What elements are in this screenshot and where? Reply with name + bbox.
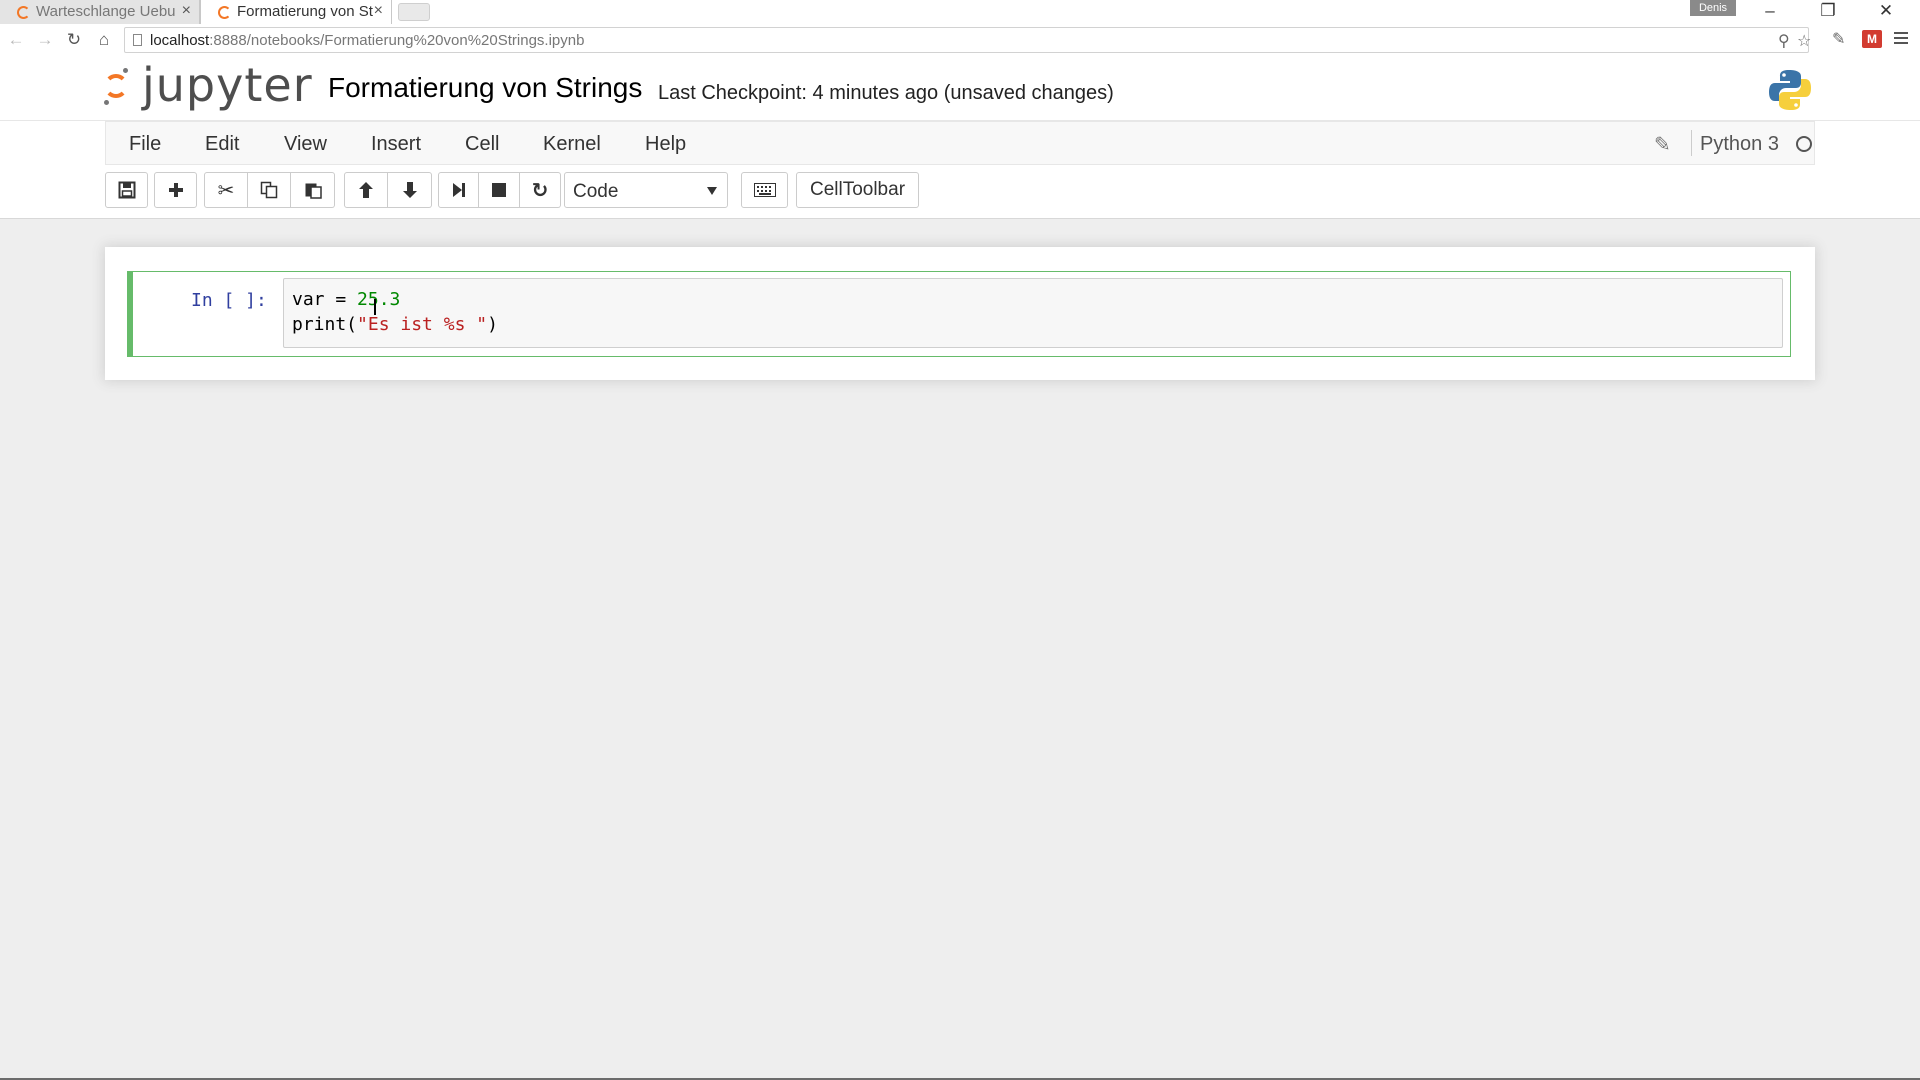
- python-logo-icon: [1769, 70, 1811, 110]
- jupyter-logo[interactable]: jupyter: [104, 58, 312, 112]
- save-button[interactable]: [105, 172, 148, 208]
- code-op: =: [324, 289, 358, 310]
- new-tab-button[interactable]: [398, 3, 430, 21]
- menu-kernel[interactable]: Kernel: [543, 133, 601, 156]
- input-prompt: In [ ]:: [191, 290, 267, 311]
- celltoolbar-label: CellToolbar: [809, 179, 906, 200]
- code-number: 25.3: [357, 289, 401, 310]
- checkpoint-status: Last Checkpoint: 4 minutes ago (unsaved …: [658, 82, 1114, 104]
- menu-edit[interactable]: Edit: [205, 133, 239, 156]
- bookmark-star-icon[interactable]: ☆: [1797, 31, 1811, 51]
- dropdown-arrow-icon: [707, 187, 717, 195]
- profile-badge[interactable]: Denis: [1690, 0, 1736, 16]
- code-var: var: [292, 289, 325, 310]
- close-tab-icon[interactable]: ×: [374, 0, 383, 22]
- close-tab-icon[interactable]: ×: [182, 0, 191, 22]
- plus-icon: [168, 183, 183, 197]
- arrow-down-icon: [402, 182, 417, 198]
- menu-view[interactable]: View: [284, 133, 327, 156]
- stop-icon: [492, 183, 506, 197]
- code-close-paren: ): [487, 314, 498, 335]
- menu-file[interactable]: File: [129, 133, 161, 156]
- interrupt-kernel-button[interactable]: [479, 172, 520, 208]
- browser-addressbar: ← → ↻ ⌂ localhost:8888/notebooks/Formati…: [0, 24, 1920, 59]
- browser-menu-icon[interactable]: [1894, 32, 1908, 47]
- floppy-disk-icon: [118, 181, 135, 199]
- code-editor[interactable]: var = 25.3 print("Es ist %s "): [283, 278, 1783, 348]
- jupyter-logo-dot: [123, 68, 128, 73]
- back-arrow-icon[interactable]: ←: [4, 28, 28, 52]
- jupyter-header: jupyter Formatierung von Strings Last Ch…: [0, 58, 1920, 120]
- loading-spinner-icon: [218, 6, 231, 19]
- gmail-extension-icon[interactable]: M: [1862, 30, 1882, 48]
- jupyter-logo-text: jupyter: [142, 58, 313, 112]
- menu-help[interactable]: Help: [645, 133, 686, 156]
- code-function: print(: [292, 314, 358, 335]
- command-palette-button[interactable]: [741, 172, 788, 208]
- url-path: :8888/notebooks/Formatierung%20von%20Str…: [209, 32, 585, 49]
- home-icon[interactable]: ⌂: [92, 28, 116, 52]
- loading-spinner-icon: [17, 6, 30, 19]
- notebook-title[interactable]: Formatierung von Strings: [328, 72, 642, 104]
- tab-title: Warteschlange Uebu: [36, 3, 176, 20]
- tab-title: Formatierung von St: [237, 3, 373, 20]
- code-line-1: var = 25.3: [292, 289, 400, 310]
- menu-cell[interactable]: Cell: [465, 133, 499, 156]
- close-window-icon[interactable]: ✕: [1866, 0, 1906, 24]
- keyboard-icon: [753, 183, 776, 197]
- code-line-2: print("Es ist %s "): [292, 314, 498, 335]
- cut-cell-button[interactable]: ✂: [204, 172, 248, 208]
- code-text: var = 25.3 print("Es ist %s "): [292, 287, 498, 337]
- paste-icon: [305, 183, 322, 199]
- url-text: localhost:8888/notebooks/Formatierung%20…: [150, 32, 584, 49]
- url-field[interactable]: localhost:8888/notebooks/Formatierung%20…: [124, 27, 1811, 53]
- url-host: localhost: [150, 32, 210, 49]
- move-cell-down-button[interactable]: [388, 172, 432, 208]
- celltoolbar-button[interactable]: CellToolbar: [796, 172, 919, 208]
- menu-insert[interactable]: Insert: [371, 133, 421, 156]
- browser-tab-warteschlange[interactable]: Warteschlange Uebu ×: [0, 0, 200, 24]
- edit-mode-pencil-icon: ✎: [1654, 134, 1671, 156]
- copy-cell-button[interactable]: [248, 172, 291, 208]
- jupyter-logo-icon: [104, 74, 128, 98]
- zoom-icon[interactable]: ⚲: [1778, 31, 1790, 51]
- restore-window-icon[interactable]: ❐: [1808, 0, 1848, 24]
- scissors-icon: ✂: [217, 179, 235, 202]
- minimize-window-icon[interactable]: –: [1750, 0, 1790, 24]
- kernel-name: Python 3: [1700, 133, 1779, 155]
- cell-type-select[interactable]: Code: [564, 172, 728, 208]
- menubar: File Edit View Insert Cell Kernel Help ✎…: [105, 121, 1815, 165]
- code-string: "Es ist %s ": [357, 314, 488, 335]
- move-cell-up-button[interactable]: [344, 172, 388, 208]
- step-forward-icon: [452, 183, 465, 197]
- cell-type-value: Code: [573, 181, 619, 202]
- browser-tabstrip: Warteschlange Uebu × Formatierung von St…: [0, 0, 1920, 25]
- refresh-icon: ↻: [531, 179, 549, 202]
- kernel-divider: [1691, 130, 1692, 156]
- arrow-up-icon: [359, 182, 373, 198]
- notebook-container: In [ ]: var = 25.3 print("Es ist %s "): [105, 247, 1815, 380]
- text-cursor: [374, 299, 376, 315]
- browser-tab-formatierung[interactable]: Formatierung von St ×: [200, 0, 392, 24]
- paste-cell-button[interactable]: [291, 172, 335, 208]
- forward-arrow-icon[interactable]: →: [33, 28, 57, 52]
- insert-cell-button[interactable]: [154, 172, 197, 208]
- jupyter-logo-dot: [104, 100, 109, 105]
- run-cell-button[interactable]: [438, 172, 479, 208]
- code-cell[interactable]: In [ ]: var = 25.3 print("Es ist %s "): [127, 271, 1791, 357]
- copy-icon: [260, 181, 278, 199]
- extension-tool-icon[interactable]: ✎: [1832, 29, 1845, 49]
- page-icon: [133, 34, 142, 46]
- restart-kernel-button[interactable]: ↻: [520, 172, 561, 208]
- reload-icon[interactable]: ↻: [62, 28, 86, 52]
- kernel-idle-indicator-icon: [1796, 136, 1812, 152]
